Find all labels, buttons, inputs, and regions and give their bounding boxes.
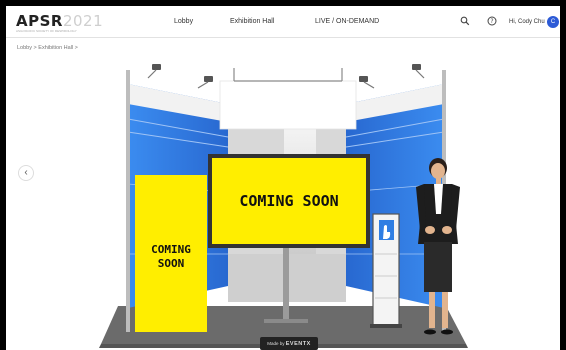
- eventx-brand: EVENTX: [285, 341, 311, 347]
- nav-exhibition-hall[interactable]: Exhibition Hall: [230, 18, 274, 25]
- made-by-badge[interactable]: Made by EVENTX: [260, 337, 318, 350]
- header-panel: [219, 80, 357, 130]
- chevron-left-icon[interactable]: ‹: [18, 165, 34, 181]
- logo-year-text: 2021: [62, 12, 104, 30]
- apsr-logo[interactable]: APSR2021: [16, 12, 103, 30]
- breadcrumb-lobby[interactable]: Lobby: [17, 45, 32, 51]
- logo-main-text: APSR: [16, 12, 63, 30]
- top-navigation-bar: APSR2021 ASIA PACIFIC SOCIETY OF RESPIRO…: [6, 6, 560, 38]
- banner-text-line1: COMING: [151, 243, 191, 256]
- nav-live-on-demand[interactable]: LIVE / ON-DEMAND: [315, 18, 379, 25]
- banner-text-line2: SOON: [158, 257, 185, 270]
- breadcrumb-exhibition-hall[interactable]: Exhibition Hall: [38, 45, 73, 51]
- search-icon[interactable]: [460, 16, 470, 28]
- made-by-prefix: Made by: [267, 341, 285, 346]
- nav-lobby[interactable]: Lobby: [174, 18, 193, 25]
- svg-text:?: ?: [490, 18, 493, 25]
- user-greeting[interactable]: Hi, Cody Chu: [509, 19, 545, 25]
- breadcrumb-separator: >: [74, 45, 78, 51]
- touch-kiosk: [370, 213, 402, 328]
- user-avatar[interactable]: C: [547, 16, 559, 28]
- breadcrumb-separator: >: [33, 45, 37, 51]
- booth-stage: COMING SOON COMING SOON ‹ Made by EVENTX: [6, 54, 560, 350]
- logo-subtitle: ASIA PACIFIC SOCIETY OF RESPIROLOGY: [16, 29, 77, 33]
- breadcrumb: Lobby > Exhibition Hall >: [17, 45, 78, 51]
- app-window: APSR2021 ASIA PACIFIC SOCIETY OF RESPIRO…: [6, 6, 560, 350]
- help-icon[interactable]: ?: [487, 16, 497, 28]
- screen-text: COMING SOON: [239, 192, 338, 210]
- booth-illustration: COMING SOON COMING SOON: [99, 64, 468, 348]
